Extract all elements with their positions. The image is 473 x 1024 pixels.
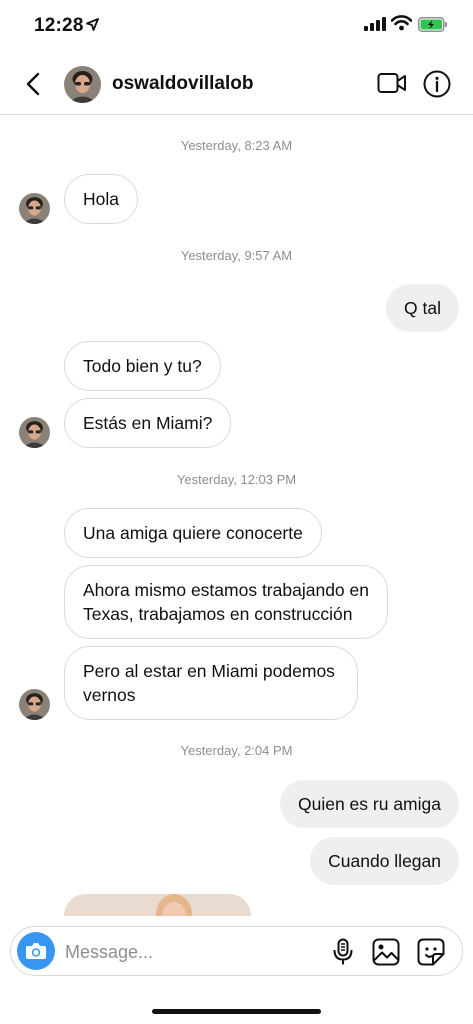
incoming-message-bubble[interactable]: Hola [64, 174, 138, 224]
image-icon[interactable] [372, 938, 400, 966]
avatar[interactable] [19, 193, 50, 224]
wifi-icon [391, 15, 412, 31]
username[interactable]: oswaldovillalob [112, 73, 253, 95]
camera-button[interactable] [17, 932, 55, 970]
timestamp: Yesterday, 2:04 PM [180, 743, 293, 758]
outgoing-message-bubble[interactable]: Quien es ru amiga [280, 780, 459, 828]
message-line: Texas, trabajamos en construcción [83, 604, 353, 624]
message-input[interactable] [65, 939, 315, 965]
status-time: 12:28 [34, 15, 84, 36]
battery-charging-icon [418, 17, 447, 32]
sticker-icon[interactable] [417, 938, 445, 966]
incoming-message-bubble[interactable]: Una amiga quiere conocerte [64, 508, 322, 558]
incoming-message-bubble[interactable]: Estás en Miami? [64, 398, 232, 448]
microphone-icon[interactable] [331, 938, 355, 966]
incoming-message-bubble[interactable]: Ahora mismo estamos trabajando en Texas,… [64, 565, 388, 639]
timestamp: Yesterday, 9:57 AM [180, 248, 293, 263]
avatar[interactable] [19, 689, 50, 720]
message-line: vernos [83, 685, 136, 705]
outgoing-message-bubble[interactable]: Q tal [386, 284, 459, 332]
timestamp: Yesterday, 12:03 PM [176, 472, 297, 487]
photo-message-preview[interactable] [64, 894, 251, 916]
cellular-signal-icon [364, 17, 386, 31]
home-indicator[interactable] [152, 1009, 321, 1014]
message-line: Ahora mismo estamos trabajando en [83, 580, 369, 600]
location-arrow-icon [86, 18, 99, 31]
camera-icon [26, 943, 46, 959]
message-line: Pero al estar en Miami podemos [83, 661, 335, 681]
incoming-message-bubble[interactable]: Todo bien y tu? [64, 341, 221, 391]
status-bar: 12:28 [0, 0, 473, 50]
chat-header: oswaldovillalob [0, 55, 473, 115]
incoming-message-bubble[interactable]: Pero al estar en Miami podemos vernos [64, 646, 358, 720]
info-icon[interactable] [422, 69, 452, 99]
message-composer [10, 926, 463, 976]
avatar[interactable] [64, 66, 101, 103]
outgoing-message-bubble[interactable]: Cuando llegan [310, 837, 459, 885]
chevron-left-icon[interactable] [22, 71, 46, 97]
timestamp: Yesterday, 8:23 AM [180, 138, 293, 153]
avatar[interactable] [19, 417, 50, 448]
video-camera-icon[interactable] [377, 71, 407, 95]
